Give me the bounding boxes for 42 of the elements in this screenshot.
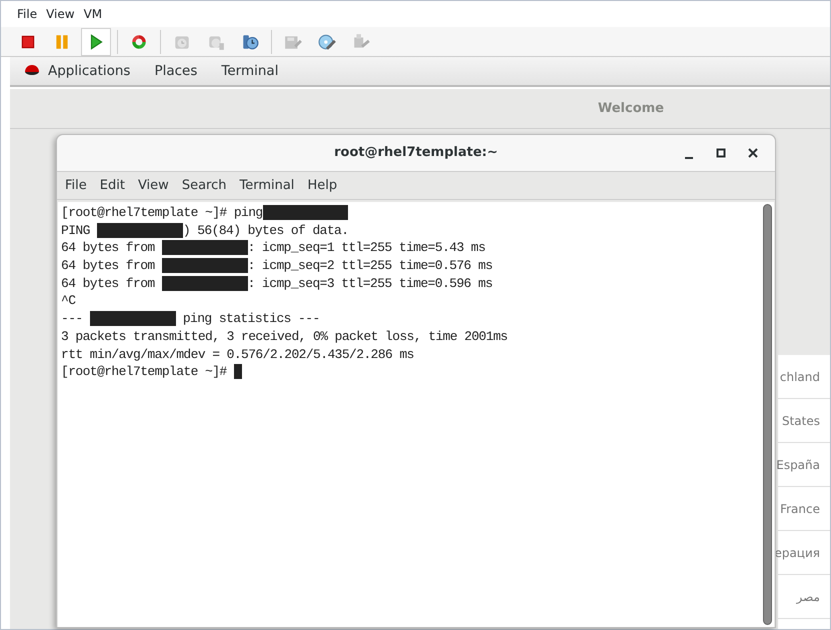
top-bar-menu[interactable]: Terminal (221, 60, 278, 82)
terminal-text: --- (61, 310, 84, 328)
terminal-text: [root@rhel7template ~]# (61, 363, 228, 381)
terminal-text: ^C (61, 292, 76, 310)
menu-item[interactable]: Terminal (239, 176, 294, 196)
menu-item[interactable]: Help (307, 176, 338, 196)
top-bar-menu[interactable]: Places (154, 60, 198, 82)
menu-item[interactable]: Edit (100, 176, 125, 196)
terminal-text: ping statistics --- (182, 310, 320, 328)
menu-item[interactable]: File (17, 7, 38, 27)
welcome-title: Welcome (598, 100, 664, 118)
language-item[interactable]: ерация (778, 531, 830, 575)
menu-item[interactable]: Search (182, 176, 226, 196)
terminal-text: rtt min/avg/max/mdev = 0.576/2.202/5.435/2.286 ms (61, 346, 414, 364)
scrollbar[interactable] (763, 204, 772, 625)
window-title: root@rhel7template:~ (334, 144, 498, 162)
terminal-text: [root@rhel7template ~]# ping (61, 204, 263, 222)
menu-item[interactable]: View (46, 7, 75, 27)
disc-wrench-icon (318, 32, 336, 50)
clock-wrench-icon (241, 32, 259, 50)
terminal-text: ) 56(84) bytes of data. (182, 222, 348, 240)
menu-item[interactable]: File (65, 176, 87, 196)
language-item[interactable]: chland (778, 355, 830, 399)
toolbar-button[interactable] (81, 28, 111, 56)
top-bar-menu[interactable]: Applications (48, 60, 130, 82)
text-cursor (234, 364, 242, 380)
terminal-text: : icmp_seq=2 ttl=255 time=0.576 ms (248, 257, 492, 275)
terminal-text: 64 bytes from (61, 239, 156, 258)
language-item[interactable]: España (778, 443, 830, 487)
terminal-text: 64 bytes from (61, 274, 156, 292)
minimize-icon (685, 157, 693, 159)
terminal-text: 3 packets transmitted, 3 received, 0% packet loss, time 2001ms (61, 328, 508, 346)
language-item[interactable]: مصر (778, 575, 830, 619)
terminal-text: : icmp_seq=1 ttl=255 time=5.43 ms (248, 239, 486, 258)
language-item[interactable]: France (778, 487, 830, 531)
menu-item[interactable]: VM (84, 7, 102, 27)
terminal-text: : icmp_seq=3 ttl=255 time=0.596 ms (248, 274, 492, 292)
terminal-text: 64 bytes from (61, 257, 156, 275)
menu-item[interactable]: View (138, 176, 169, 196)
language-item[interactable]: States (778, 399, 830, 443)
terminal-text: PING (61, 222, 91, 240)
usb-wrench-icon (352, 32, 370, 50)
